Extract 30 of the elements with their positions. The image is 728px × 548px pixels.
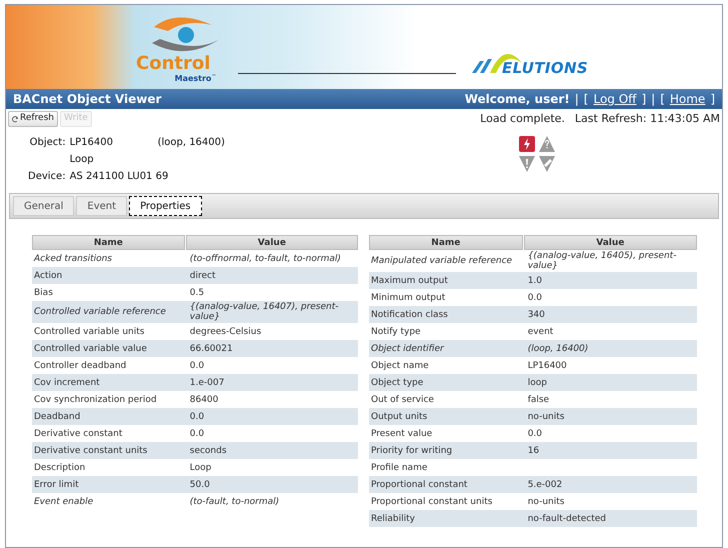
tab[interactable]: General (13, 196, 74, 216)
page-title: BACnet Object Viewer (13, 91, 162, 108)
object-description: Loop (70, 153, 95, 167)
partner-logo-text: ELUTIONS (502, 58, 588, 79)
toolbar-button[interactable]: Refresh (8, 111, 58, 127)
separator-text: | (651, 91, 656, 108)
refresh-icon (12, 116, 19, 122)
separator-text: | (574, 91, 579, 108)
bracket: ] (710, 91, 715, 108)
welcome-message: Welcome, user! (464, 91, 570, 108)
column-header: Name (369, 235, 523, 250)
device-label: Device: (28, 170, 66, 184)
nav-link[interactable]: Home (670, 90, 706, 108)
column-header: Value (186, 235, 358, 250)
object-name: LP16400 (70, 136, 114, 150)
device-name: AS 241100 LU01 69 (70, 170, 170, 184)
tab[interactable]: Event (76, 196, 128, 216)
nav-link[interactable]: Log Off (593, 90, 636, 108)
load-status: Load complete. (480, 110, 565, 127)
tab[interactable]: Properties (129, 196, 202, 216)
object-label: Object: (28, 136, 66, 150)
last-refresh-time: Last Refresh: 11:43:05 AM (574, 110, 720, 127)
column-header: Value (524, 235, 697, 250)
logo-wordmark: Control (136, 55, 210, 73)
logo-subtitle: Maestro (174, 74, 212, 83)
object-identifier: (loop, 16400) (158, 136, 225, 150)
column-header: Name (32, 235, 185, 250)
bracket: ] (641, 91, 646, 108)
bracket: [ (584, 91, 588, 108)
bracket: [ (660, 91, 665, 108)
